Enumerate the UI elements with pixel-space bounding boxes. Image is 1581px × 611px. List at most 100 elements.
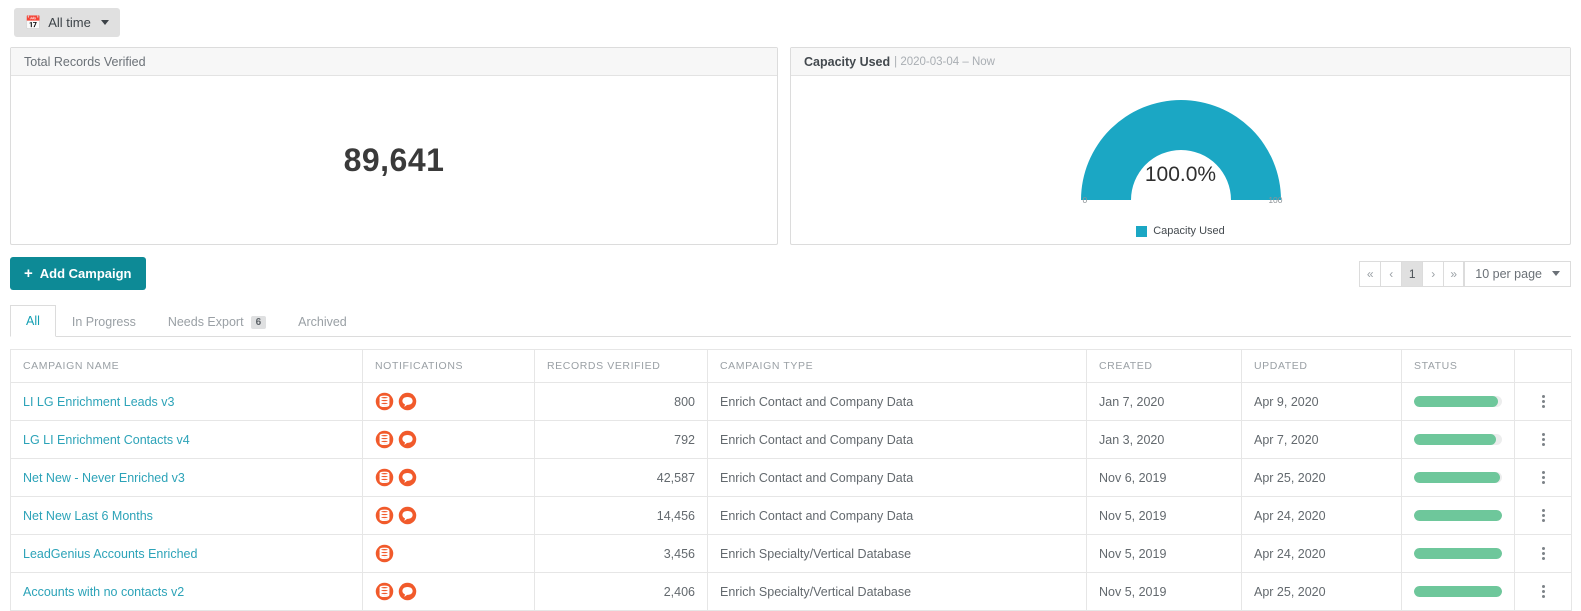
pagination-page-1[interactable]: 1 [1401, 260, 1423, 287]
cell-notifications [362, 572, 535, 611]
cell-actions [1514, 458, 1572, 497]
column-header-created: CREATED [1086, 349, 1242, 383]
cell-status [1401, 420, 1515, 459]
table-row: Accounts with no contacts v2 2,406 Enrich … [10, 572, 1572, 611]
total-records-panel: Total Records Verified 89,641 [10, 47, 778, 245]
notification-icons [375, 506, 522, 525]
cell-updated: Apr 24, 2020 [1241, 534, 1402, 573]
tab-label: Needs Export [167, 315, 244, 329]
cell-records-verified: 3,456 [534, 534, 708, 573]
campaign-name-link[interactable]: LG LI Enrichment Contacts v4 [23, 433, 190, 447]
row-menu-icon[interactable] [1527, 547, 1559, 560]
cell-actions [1514, 572, 1572, 611]
plus-icon: + [24, 265, 33, 282]
campaign-name-link[interactable]: Accounts with no contacts v2 [23, 585, 184, 599]
database-icon[interactable] [375, 506, 394, 525]
campaigns-table-body: LI LG Enrichment Leads v3 800 Enrich Conta… [10, 382, 1572, 611]
campaigns-table: CAMPAIGN NAME NOTIFICATIONS RECORDS VERIFI… [10, 349, 1572, 611]
cell-updated: Apr 9, 2020 [1241, 382, 1402, 421]
database-icon[interactable] [375, 582, 394, 601]
capacity-used-date-range: | 2020-03-04 – Now [894, 55, 995, 68]
status-progress-fill [1414, 434, 1496, 445]
chevron-down-icon [1552, 271, 1560, 276]
add-campaign-button[interactable]: + Add Campaign [10, 257, 146, 290]
cell-status [1401, 458, 1515, 497]
notification-icons [375, 582, 522, 601]
comment-icon[interactable] [398, 392, 417, 411]
tab-label: All [26, 314, 40, 328]
row-menu-icon[interactable] [1527, 509, 1559, 522]
comment-icon[interactable] [398, 582, 417, 601]
database-icon[interactable] [375, 430, 394, 449]
row-menu-icon[interactable] [1527, 395, 1559, 408]
cell-actions [1514, 496, 1572, 535]
chevron-down-icon [100, 20, 109, 25]
pagination-next[interactable]: › [1422, 260, 1444, 287]
cell-updated: Apr 25, 2020 [1241, 572, 1402, 611]
cell-campaign-type: Enrich Specialty/Vertical Database [707, 572, 1087, 611]
cell-campaign-type: Enrich Specialty/Vertical Database [707, 534, 1087, 573]
column-header-status: STATUS [1401, 349, 1515, 383]
table-row: Net New Last 6 Months 14,456 Enrich Contac… [10, 496, 1572, 535]
campaign-name-link[interactable]: LeadGenius Accounts Enriched [23, 547, 197, 561]
campaigns-table-head: CAMPAIGN NAME NOTIFICATIONS RECORDS VERIFI… [10, 349, 1572, 383]
capacity-used-title: Capacity Used [804, 54, 891, 69]
capacity-gauge: 100.0% 0 100 Capacity Used [1066, 85, 1296, 237]
cell-created: Nov 5, 2019 [1086, 534, 1242, 573]
cell-status [1401, 572, 1515, 611]
table-row: LeadGenius Accounts Enriched 3,456 Enrich … [10, 534, 1572, 573]
cell-created: Jan 3, 2020 [1086, 420, 1242, 459]
notification-icons [375, 468, 522, 487]
total-records-value: 89,641 [343, 141, 445, 178]
status-progress-bar [1414, 548, 1502, 559]
capacity-used-panel-body: 100.0% 0 100 Capacity Used [791, 76, 1570, 244]
status-progress-fill [1414, 472, 1501, 483]
pagination-first[interactable]: « [1359, 260, 1381, 287]
cell-notifications [362, 420, 535, 459]
database-icon[interactable] [375, 392, 394, 411]
calendar-icon: 📅 [25, 15, 42, 30]
comment-icon[interactable] [398, 430, 417, 449]
database-icon[interactable] [375, 544, 394, 563]
cell-created: Jan 7, 2020 [1086, 382, 1242, 421]
cell-notifications [362, 534, 535, 573]
database-icon[interactable] [375, 468, 394, 487]
campaign-name-link[interactable]: Net New - Never Enriched v3 [23, 471, 185, 485]
cell-notifications [362, 382, 535, 421]
pagination-last[interactable]: » [1443, 260, 1465, 287]
cell-status [1401, 534, 1515, 573]
campaigns-table-header-row: CAMPAIGN NAME NOTIFICATIONS RECORDS VERIFI… [10, 349, 1572, 383]
tab-all[interactable]: All [10, 305, 56, 337]
campaign-name-link[interactable]: LI LG Enrichment Leads v3 [23, 395, 174, 409]
per-page-select[interactable]: 10 per page [1464, 260, 1571, 287]
tab-archived[interactable]: Archived [282, 306, 363, 337]
column-header-updated: UPDATED [1241, 349, 1402, 383]
cell-campaign-name: Net New - Never Enriched v3 [10, 458, 363, 497]
capacity-used-panel: Capacity Used | 2020-03-04 – Now 100.0% … [790, 47, 1571, 245]
tab-needs-export[interactable]: Needs Export 6 [152, 306, 282, 337]
gauge-tick-max: 100 [1268, 195, 1283, 205]
row-menu-icon[interactable] [1527, 433, 1559, 446]
cell-actions [1514, 420, 1572, 459]
row-menu-icon[interactable] [1527, 471, 1559, 484]
cell-campaign-name: Accounts with no contacts v2 [10, 572, 363, 611]
status-progress-fill [1414, 548, 1502, 559]
row-menu-icon[interactable] [1527, 585, 1559, 598]
tab-in-progress[interactable]: In Progress [56, 306, 152, 337]
gauge-legend-swatch [1136, 225, 1148, 237]
pagination-prev[interactable]: ‹ [1380, 260, 1402, 287]
status-progress-bar [1414, 396, 1502, 407]
status-progress-fill [1414, 510, 1502, 521]
comment-icon[interactable] [398, 506, 417, 525]
cell-campaign-name: LG LI Enrichment Contacts v4 [10, 420, 363, 459]
date-range-filter-label: All time [48, 15, 91, 30]
comment-icon[interactable] [398, 468, 417, 487]
cell-updated: Apr 24, 2020 [1241, 496, 1402, 535]
cell-created: Nov 5, 2019 [1086, 572, 1242, 611]
total-records-title: Total Records Verified [24, 54, 146, 69]
campaign-name-link[interactable]: Net New Last 6 Months [23, 509, 153, 523]
status-progress-fill [1414, 396, 1499, 407]
date-range-filter-button[interactable]: 📅 All time [14, 8, 120, 37]
total-records-panel-body: 89,641 [11, 76, 777, 244]
cell-campaign-type: Enrich Contact and Company Data [707, 420, 1087, 459]
